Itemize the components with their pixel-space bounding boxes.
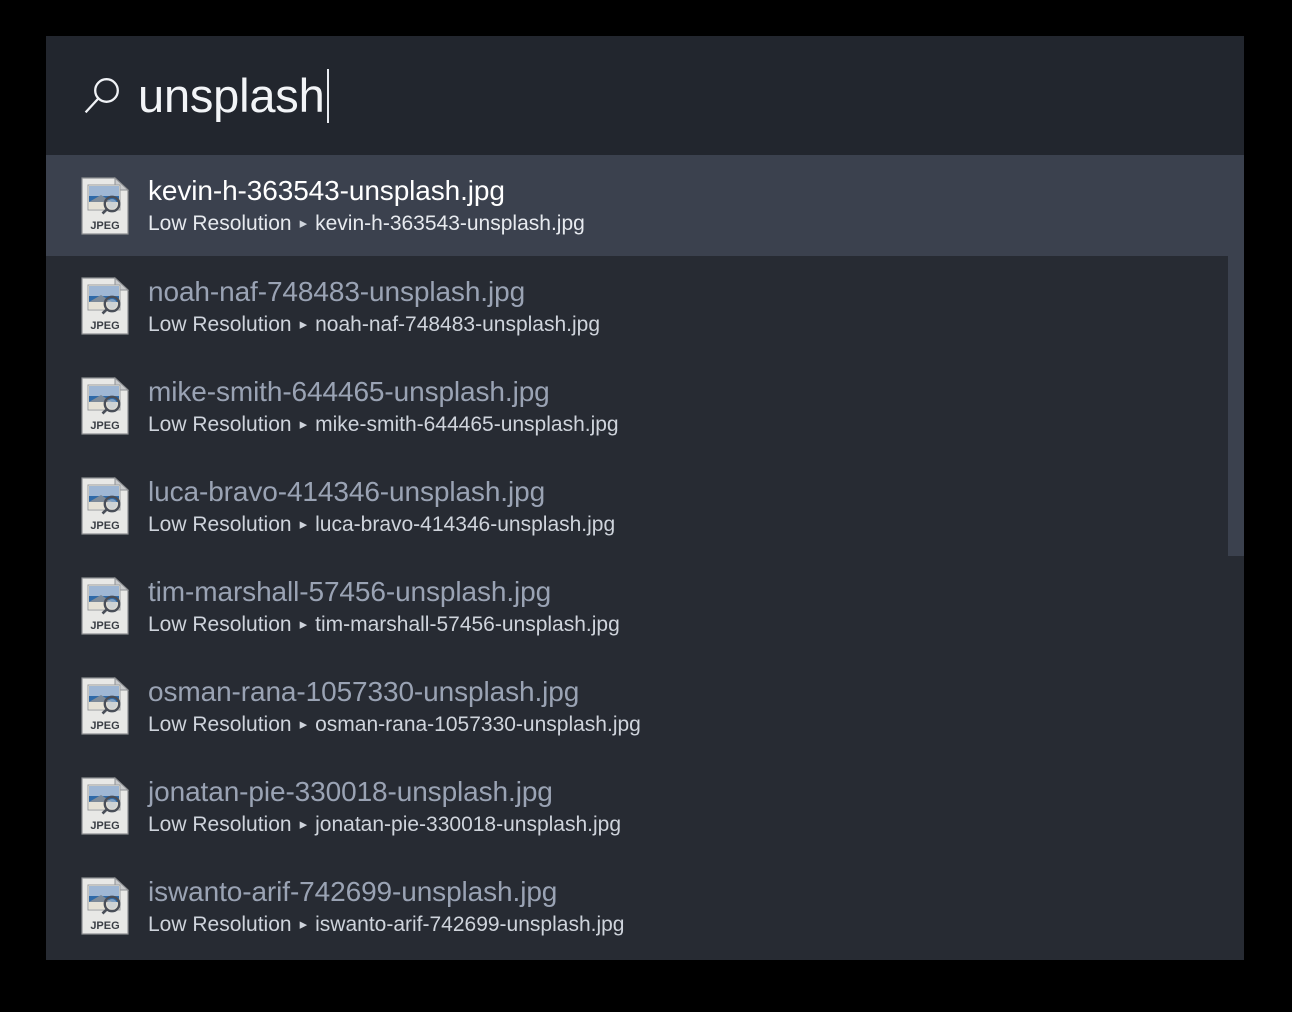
result-category: Low Resolution (148, 812, 292, 836)
breadcrumb-separator-icon: ▸ (299, 715, 308, 733)
jpeg-file-icon: JPEG (81, 377, 129, 435)
result-category: Low Resolution (148, 912, 292, 936)
result-row[interactable]: JPEG kevin-h-363543-unsplash.jpg Low Res… (46, 155, 1244, 256)
file-type-label: JPEG (90, 220, 119, 232)
result-title: osman-rana-1057330-unsplash.jpg (148, 675, 580, 707)
result-title: tim-marshall-57456-unsplash.jpg (148, 575, 552, 607)
result-row-text: mike-smith-644465-unsplash.jpg Low Resol… (148, 375, 619, 437)
result-category: Low Resolution (148, 412, 292, 436)
breadcrumb-separator-icon: ▸ (299, 815, 308, 833)
result-row[interactable]: JPEG iswanto-arif-742699-unsplash.jpg Lo… (46, 856, 1244, 956)
breadcrumb-separator-icon: ▸ (299, 415, 308, 433)
result-row-text: jonatan-pie-330018-unsplash.jpg Low Reso… (148, 775, 621, 837)
breadcrumb-separator-icon: ▸ (299, 915, 308, 933)
file-type-label: JPEG (90, 920, 119, 932)
result-path: mike-smith-644465-unsplash.jpg (315, 412, 619, 436)
result-subtitle: Low Resolution ▸ mike-smith-644465-unspl… (148, 413, 619, 437)
file-type-label: JPEG (90, 720, 119, 732)
result-category: Low Resolution (148, 612, 292, 636)
jpeg-file-icon: JPEG (81, 677, 129, 735)
breadcrumb-separator-icon: ▸ (299, 315, 308, 333)
result-title: noah-naf-748483-unsplash.jpg (148, 275, 526, 307)
search-icon (84, 77, 119, 113)
search-input[interactable]: unsplash (138, 61, 329, 131)
result-subtitle: Low Resolution ▸ jonatan-pie-330018-unsp… (148, 813, 621, 837)
result-row-text: noah-naf-748483-unsplash.jpg Low Resolut… (148, 275, 600, 337)
result-title: iswanto-arif-742699-unsplash.jpg (148, 875, 558, 907)
result-subtitle: Low Resolution ▸ luca-bravo-414346-unspl… (148, 513, 615, 537)
result-subtitle: Low Resolution ▸ iswanto-arif-742699-uns… (148, 913, 624, 937)
file-type-label: JPEG (90, 820, 119, 832)
result-path: osman-rana-1057330-unsplash.jpg (315, 712, 641, 736)
search-query-text: unsplash (138, 69, 325, 122)
result-row[interactable]: JPEG luca-bravo-414346-unsplash.jpg Low … (46, 456, 1244, 556)
file-type-label: JPEG (90, 620, 119, 632)
result-row[interactable]: JPEG noah-naf-748483-unsplash.jpg Low Re… (46, 256, 1244, 356)
result-category: Low Resolution (148, 512, 292, 536)
jpeg-file-icon: JPEG (81, 777, 129, 835)
result-row-text: kevin-h-363543-unsplash.jpg Low Resoluti… (148, 174, 585, 236)
jpeg-file-icon: JPEG (81, 176, 129, 235)
file-type-label: JPEG (90, 320, 119, 332)
jpeg-file-icon: JPEG (81, 577, 129, 635)
result-path: tim-marshall-57456-unsplash.jpg (315, 612, 620, 636)
jpeg-file-icon: JPEG (81, 877, 129, 935)
result-row[interactable]: JPEG osman-rana-1057330-unsplash.jpg Low… (46, 656, 1244, 756)
result-path: iswanto-arif-742699-unsplash.jpg (315, 912, 625, 936)
file-type-label: JPEG (90, 420, 119, 432)
result-row-text: iswanto-arif-742699-unsplash.jpg Low Res… (148, 875, 624, 937)
result-subtitle: Low Resolution ▸ osman-rana-1057330-unsp… (148, 713, 641, 737)
breadcrumb-separator-icon: ▸ (299, 215, 308, 232)
result-category: Low Resolution (148, 312, 292, 336)
result-row[interactable]: JPEG jonatan-pie-330018-unsplash.jpg Low… (46, 756, 1244, 856)
file-type-label: JPEG (90, 520, 119, 532)
search-bar[interactable]: unsplash (46, 36, 1244, 155)
result-category: Low Resolution (148, 712, 292, 736)
results-list[interactable]: JPEG kevin-h-363543-unsplash.jpg Low Res… (46, 155, 1244, 960)
scrollbar-thumb[interactable] (1228, 155, 1244, 556)
result-subtitle: Low Resolution ▸ noah-naf-748483-unsplas… (148, 313, 600, 337)
result-row-text: tim-marshall-57456-unsplash.jpg Low Reso… (148, 575, 620, 637)
spotlight-panel: unsplash JPEG kevin-h-363543-unsplash.jp… (46, 36, 1244, 960)
result-row-text: luca-bravo-414346-unsplash.jpg Low Resol… (148, 475, 615, 537)
result-row-text: osman-rana-1057330-unsplash.jpg Low Reso… (148, 675, 641, 737)
jpeg-file-icon: JPEG (81, 477, 129, 535)
result-row[interactable]: JPEG tim-marshall-57456-unsplash.jpg Low… (46, 556, 1244, 656)
result-title: jonatan-pie-330018-unsplash.jpg (148, 775, 553, 807)
breadcrumb-separator-icon: ▸ (299, 515, 308, 533)
screen: unsplash JPEG kevin-h-363543-unsplash.jp… (0, 0, 1292, 1012)
result-path: jonatan-pie-330018-unsplash.jpg (315, 812, 622, 836)
results-scrollbar[interactable] (1228, 155, 1244, 960)
result-title: luca-bravo-414346-unsplash.jpg (148, 475, 546, 507)
jpeg-file-icon: JPEG (81, 277, 129, 335)
result-title: mike-smith-644465-unsplash.jpg (148, 375, 550, 407)
result-path: noah-naf-748483-unsplash.jpg (315, 312, 601, 336)
result-row[interactable]: JPEG mike-smith-644465-unsplash.jpg Low … (46, 356, 1244, 456)
result-path: kevin-h-363543-unsplash.jpg (315, 212, 585, 236)
result-subtitle: Low Resolution ▸ tim-marshall-57456-unsp… (148, 613, 620, 637)
result-subtitle: Low Resolution ▸ kevin-h-363543-unsplash… (148, 212, 585, 236)
result-path: luca-bravo-414346-unsplash.jpg (315, 512, 616, 536)
text-caret (326, 68, 329, 123)
breadcrumb-separator-icon: ▸ (299, 615, 308, 633)
result-category: Low Resolution (148, 212, 292, 236)
result-title: kevin-h-363543-unsplash.jpg (148, 175, 505, 207)
